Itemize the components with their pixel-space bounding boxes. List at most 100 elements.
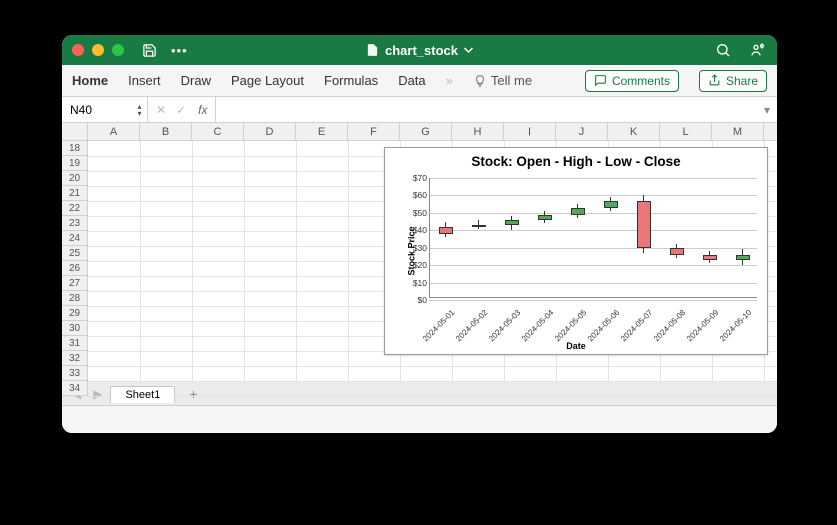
chart-candle	[637, 201, 651, 248]
ribbon: Home Insert Draw Page Layout Formulas Da…	[62, 65, 777, 97]
column-header-k[interactable]: K	[608, 123, 660, 140]
close-window-button[interactable]	[72, 44, 84, 56]
enter-formula-icon[interactable]: ✓	[176, 103, 186, 117]
column-header-c[interactable]: C	[192, 123, 244, 140]
tab-formulas[interactable]: Formulas	[324, 73, 378, 88]
chart-xtick: 2024-05-03	[487, 308, 522, 343]
chart-x-axis-label: Date	[566, 341, 586, 351]
row-header-20[interactable]: 20	[62, 171, 88, 186]
share-button[interactable]: Share	[699, 70, 767, 92]
column-header-h[interactable]: H	[452, 123, 504, 140]
chart-candle	[571, 208, 585, 215]
column-header-m[interactable]: M	[712, 123, 764, 140]
chart-ytick: $10	[413, 278, 429, 288]
row-header-18[interactable]: 18	[62, 141, 88, 156]
chart-candle	[439, 227, 453, 234]
row-header-33[interactable]: 33	[62, 366, 88, 381]
tab-page-layout[interactable]: Page Layout	[231, 73, 304, 88]
row-header-32[interactable]: 32	[62, 351, 88, 366]
name-box-stepper[interactable]: ▴▾	[134, 103, 145, 117]
row-header-21[interactable]: 21	[62, 186, 88, 201]
share-people-icon[interactable]	[749, 42, 767, 58]
row-header-27[interactable]: 27	[62, 276, 88, 291]
chart-candle	[604, 201, 618, 208]
sheet-nav-next-icon[interactable]: ▶	[89, 387, 106, 401]
comment-icon	[594, 74, 607, 87]
chart-ytick: $70	[413, 173, 429, 183]
search-icon[interactable]	[715, 42, 731, 58]
column-header-j[interactable]: J	[556, 123, 608, 140]
cells-area[interactable]: Stock: Open - High - Low - Close Stock P…	[88, 141, 777, 381]
row-header-28[interactable]: 28	[62, 291, 88, 306]
chart-ytick: $30	[413, 243, 429, 253]
titlebar: ••• chart_stock	[62, 35, 777, 65]
column-header-e[interactable]: E	[296, 123, 348, 140]
zoom-window-button[interactable]	[112, 44, 124, 56]
column-header-i[interactable]: I	[504, 123, 556, 140]
comments-label: Comments	[612, 74, 670, 88]
sheet-tab-bar: ◀ ▶ Sheet1 +	[62, 381, 777, 405]
tab-home[interactable]: Home	[72, 73, 108, 88]
row-header-31[interactable]: 31	[62, 336, 88, 351]
row-header-29[interactable]: 29	[62, 306, 88, 321]
formula-input[interactable]	[216, 97, 757, 122]
more-icon[interactable]: •••	[171, 43, 188, 58]
document-title[interactable]: chart_stock	[385, 43, 458, 58]
chart-candle	[736, 255, 750, 260]
column-header-g[interactable]: G	[400, 123, 452, 140]
chart-title[interactable]: Stock: Open - High - Low - Close	[385, 148, 767, 171]
row-header-25[interactable]: 25	[62, 246, 88, 261]
excel-file-icon	[365, 43, 379, 57]
add-sheet-button[interactable]: +	[179, 386, 207, 402]
chart-candle	[703, 255, 717, 260]
tell-me-search[interactable]: Tell me	[473, 73, 532, 88]
share-icon	[708, 74, 721, 87]
column-header-l[interactable]: L	[660, 123, 712, 140]
save-icon[interactable]	[142, 43, 157, 58]
name-box-value: N40	[70, 103, 92, 117]
ribbon-overflow-icon[interactable]: »	[446, 73, 453, 88]
chart-xtick: 2024-05-02	[454, 308, 489, 343]
chart-candle	[505, 220, 519, 225]
share-label: Share	[726, 74, 758, 88]
row-header-34[interactable]: 34	[62, 381, 88, 396]
chart-xtick: 2024-05-05	[553, 308, 588, 343]
tab-draw[interactable]: Draw	[181, 73, 211, 88]
fx-label[interactable]: fx	[198, 103, 207, 117]
formula-bar-expand-icon[interactable]: ▾	[757, 97, 777, 122]
chart-xtick: 2024-05-09	[685, 308, 720, 343]
comments-button[interactable]: Comments	[585, 70, 679, 92]
tab-insert[interactable]: Insert	[128, 73, 161, 88]
chart-xtick: 2024-05-08	[652, 308, 687, 343]
chart-plot-area: $0$10$20$30$40$50$60$702024-05-012024-05…	[429, 178, 757, 298]
row-header-24[interactable]: 24	[62, 231, 88, 246]
row-header-19[interactable]: 19	[62, 156, 88, 171]
chart-object[interactable]: Stock: Open - High - Low - Close Stock P…	[384, 147, 768, 355]
row-header-30[interactable]: 30	[62, 321, 88, 336]
chart-xtick: 2024-05-01	[421, 308, 456, 343]
sheet-tab-sheet1[interactable]: Sheet1	[110, 386, 175, 403]
row-header-23[interactable]: 23	[62, 216, 88, 231]
cancel-formula-icon[interactable]: ✕	[156, 103, 166, 117]
chart-xtick: 2024-05-10	[718, 308, 753, 343]
column-header-d[interactable]: D	[244, 123, 296, 140]
column-header-b[interactable]: B	[140, 123, 192, 140]
tab-data[interactable]: Data	[398, 73, 425, 88]
row-headers: 1819202122232425262728293031323334	[62, 141, 88, 396]
column-header-f[interactable]: F	[348, 123, 400, 140]
row-header-26[interactable]: 26	[62, 261, 88, 276]
name-box[interactable]: N40 ▴▾	[62, 97, 148, 122]
tell-me-label: Tell me	[491, 73, 532, 88]
select-all-corner[interactable]	[62, 123, 88, 141]
chart-xtick: 2024-05-06	[586, 308, 621, 343]
column-header-a[interactable]: A	[88, 123, 140, 140]
chart-xtick: 2024-05-04	[520, 308, 555, 343]
app-window: ••• chart_stock Home Insert Draw Page La…	[62, 35, 777, 433]
title-dropdown-icon[interactable]	[464, 45, 474, 55]
spreadsheet-grid[interactable]: ABCDEFGHIJKLM 18192021222324252627282930…	[62, 123, 777, 381]
chart-xtick: 2024-05-07	[619, 308, 654, 343]
row-header-22[interactable]: 22	[62, 201, 88, 216]
chart-candle	[472, 225, 486, 227]
chart-ytick: $60	[413, 190, 429, 200]
minimize-window-button[interactable]	[92, 44, 104, 56]
